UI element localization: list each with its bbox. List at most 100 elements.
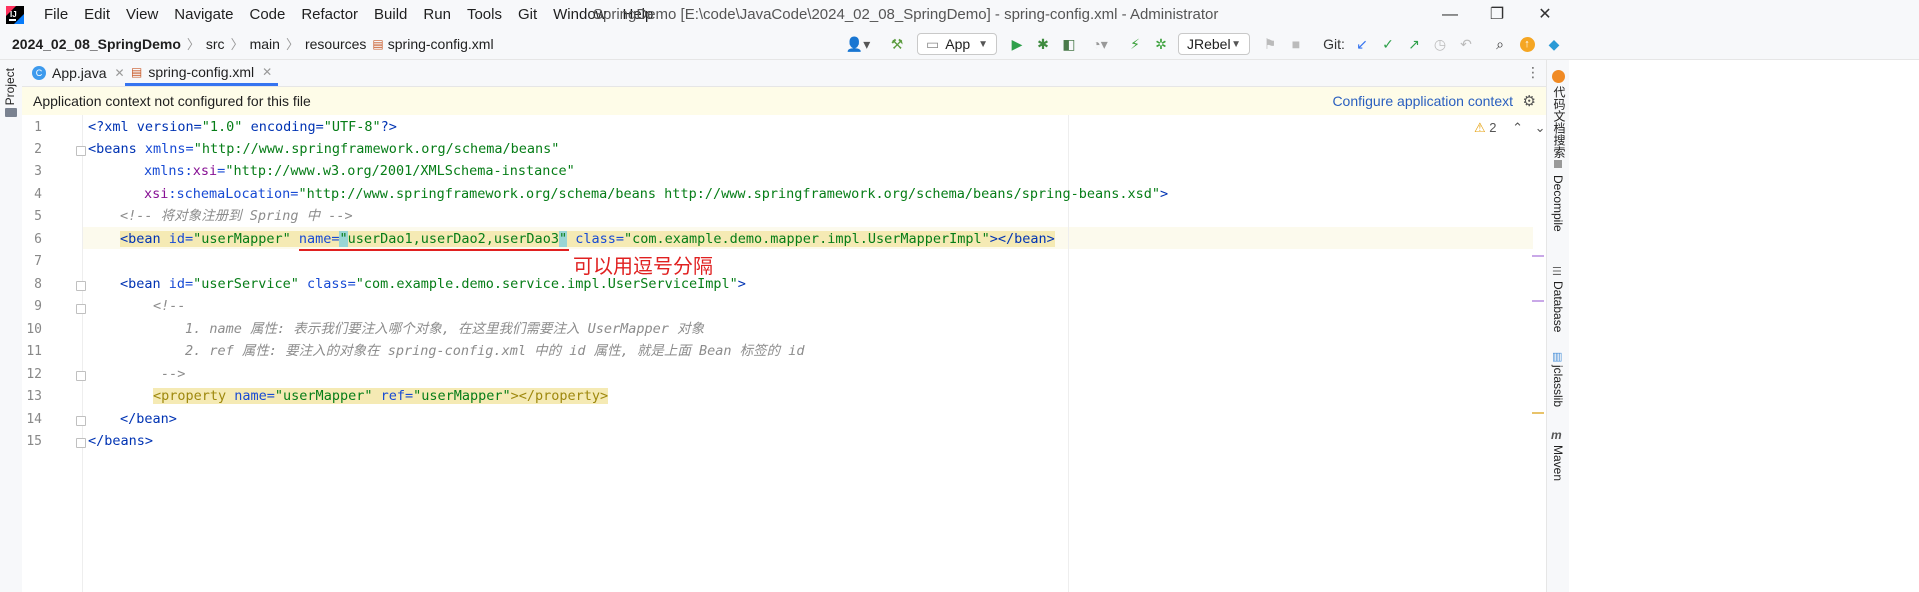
user-icon[interactable]: 👤▾ [845,34,871,54]
menu-run[interactable]: Run [415,0,459,30]
jclasslib-icon[interactable]: ▥ [1552,350,1562,363]
right-tool-strip: 代码文档搜索 Decompile ☰ Database ▥ jclasslib … [1546,60,1569,592]
line-number: 2 [34,142,42,157]
close-tab-icon[interactable]: ✕ [262,65,272,79]
fold-marker-icon[interactable] [76,146,86,156]
inspection-widget[interactable]: ⚠ 2 ⌃ ⌄ [1474,120,1546,136]
menu-code[interactable]: Code [241,0,293,30]
fold-marker-icon[interactable] [76,304,86,314]
fold-marker-icon[interactable] [76,416,86,426]
tool-database[interactable]: Database [1551,281,1565,332]
menu-git[interactable]: Git [510,0,545,30]
maven-icon[interactable]: m [1551,428,1562,442]
notification-banner: Application context not configured for t… [22,87,1546,116]
line-number: 7 [34,254,42,269]
line-number: 3 [34,164,42,179]
scroll-marker[interactable] [1532,412,1544,414]
project-tool-button[interactable]: Project [3,68,17,105]
close-button[interactable]: ✕ [1522,0,1568,30]
debug-bug-icon[interactable]: ✱ [1033,34,1053,54]
code-line-4: xsi:schemaLocation="http://www.springfra… [144,186,1169,202]
menu-refactor[interactable]: Refactor [293,0,366,30]
doc-search-icon[interactable] [1552,70,1565,83]
tab-app-java[interactable]: C App.java ✕ [32,60,125,86]
code-line-10: 1. name 属性: 表示我们要注入哪个对象, 在这里我们需要注入 UserM… [185,321,705,337]
tab-label: spring-config.xml [148,63,255,80]
fold-marker-icon[interactable] [76,371,86,381]
coverage-icon[interactable]: ◧ [1059,34,1079,54]
svg-text:IJ: IJ [10,10,17,19]
line-number: 4 [34,187,42,202]
code-line-9: <!-- [153,298,186,314]
chevron-up-icon[interactable]: ⌃ [1512,120,1523,135]
stop-icon[interactable]: ■ [1286,34,1306,54]
run-icon[interactable]: ▶ [1007,34,1027,54]
code-line-2: <beans xmlns="http://www.springframework… [88,141,560,157]
jrebel-select[interactable]: JRebel ▼ [1178,33,1250,55]
git-update-icon[interactable]: ↙ [1352,34,1372,54]
line-number: 9 [34,299,42,314]
attach-icon[interactable]: ⚑ [1260,34,1280,54]
fold-marker-icon[interactable] [76,281,86,291]
breadcrumb: 2024_02_08_SpringDemo 〉 src 〉 main 〉 res… [12,30,494,59]
git-history-icon[interactable]: ◷ [1430,34,1450,54]
configure-context-link[interactable]: Configure application context [1332,87,1513,115]
breadcrumb-file[interactable]: spring-config.xml [388,30,494,59]
minimize-button[interactable]: — [1427,0,1473,30]
plugin-logo-icon[interactable]: ◆ [1544,34,1564,54]
scroll-marker[interactable] [1532,300,1544,302]
code-line-6: <bean id="userMapper" name="userDao1,use… [120,231,1055,247]
tab-spring-config-xml[interactable]: ▤ spring-config.xml ✕ [125,60,279,86]
code-line-12: --> [161,366,186,382]
update-icon[interactable]: ↑ [1517,34,1537,54]
decompile-icon[interactable] [1554,160,1562,168]
search-icon[interactable]: ⌕ [1490,34,1510,54]
tool-maven[interactable]: Maven [1551,445,1565,481]
tool-doc-search[interactable]: 代码文档搜索 [1551,86,1568,158]
tool-decompile[interactable]: Decompile [1551,175,1565,232]
chevron-down-icon[interactable]: ⌄ [1535,120,1546,135]
code-line-14: </bean> [120,411,177,427]
menu-tools[interactable]: Tools [459,0,510,30]
scroll-marker[interactable] [1532,255,1544,257]
close-tab-icon[interactable]: ✕ [114,66,124,80]
java-class-icon: C [32,66,46,80]
warning-icon: ⚠ [1474,120,1486,135]
menu-navigate[interactable]: Navigate [166,0,241,30]
fold-marker-icon[interactable] [76,438,86,448]
jrebel-run-icon[interactable]: ⚡ [1125,34,1145,54]
chevron-right-icon: 〉 [186,37,200,52]
menu-file[interactable]: File [36,0,76,30]
xml-file-icon: ▤ [372,37,384,51]
profiler-icon[interactable]: ◔▾ [1085,34,1115,54]
line-gutter: 1 2 3 4 5 6 7 8 9 10 11 12 13 14 15 [22,115,86,592]
code-line-1: <?xml version="1.0" encoding="UTF-8"?> [88,119,397,135]
app-config-icon: ▭ [926,35,940,52]
build-hammer-icon[interactable]: ⚒ [887,34,907,54]
database-icon[interactable]: ☰ [1552,265,1562,278]
breadcrumb-project[interactable]: 2024_02_08_SpringDemo [12,30,181,59]
line-number: 5 [34,209,42,224]
jrebel-label: JRebel [1187,36,1231,52]
run-configuration-select[interactable]: ▭ App ▼ [917,33,997,55]
menu-view[interactable]: View [118,0,166,30]
navigation-bar: 2024_02_08_SpringDemo 〉 src 〉 main 〉 res… [0,30,1919,60]
menu-edit[interactable]: Edit [76,0,118,30]
breadcrumb-src[interactable]: src [206,30,225,59]
tool-jclasslib[interactable]: jclasslib [1551,365,1565,407]
folder-icon[interactable] [5,108,17,117]
breadcrumb-resources[interactable]: resources [305,30,366,59]
main-menu: File Edit View Navigate Code Refactor Bu… [36,0,661,30]
git-push-icon[interactable]: ↗ [1404,34,1424,54]
restore-button[interactable]: ❐ [1474,0,1520,30]
line-number: 12 [26,367,42,382]
gear-icon[interactable]: ⚙ [1523,92,1536,110]
jrebel-debug-icon[interactable]: ✲ [1151,34,1171,54]
breadcrumb-main[interactable]: main [250,30,280,59]
code-editor[interactable]: 1 2 3 4 5 6 7 8 9 10 11 12 13 14 15 <?xm… [22,115,1546,592]
more-vertical-icon[interactable]: ⋮ [1526,64,1540,81]
menu-build[interactable]: Build [366,0,415,30]
git-rollback-icon[interactable]: ↶ [1456,34,1476,54]
chevron-down-icon: ▼ [978,38,988,50]
git-commit-icon[interactable]: ✓ [1378,34,1398,54]
